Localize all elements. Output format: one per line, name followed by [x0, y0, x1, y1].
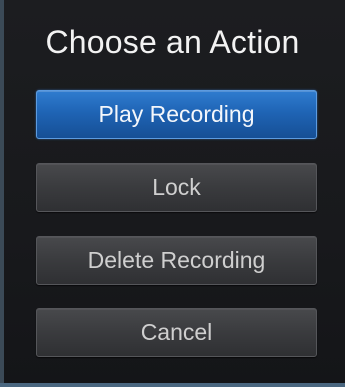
- dialog-title: Choose an Action: [45, 24, 300, 60]
- play-recording-button[interactable]: Play Recording: [36, 90, 317, 139]
- action-dialog: Choose an Action Play Recording Lock Del…: [0, 0, 345, 387]
- lock-button[interactable]: Lock: [36, 163, 317, 212]
- cancel-button[interactable]: Cancel: [36, 308, 317, 357]
- bottom-edge-strip: [0, 383, 345, 387]
- delete-recording-button[interactable]: Delete Recording: [36, 236, 317, 285]
